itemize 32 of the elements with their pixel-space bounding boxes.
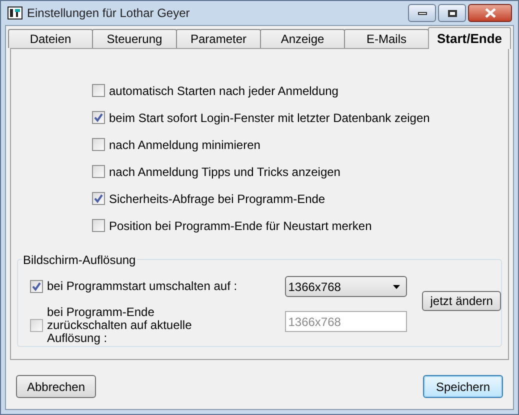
dropdown-arrow-icon [393,284,400,288]
option-label: bei Programmstart umschalten auf : [47,278,238,295]
close-button[interactable] [468,4,512,22]
option-label: beim Start sofort Login-Fenster mit letzter Datenbank zeigen [109,110,430,126]
minimize-button[interactable] [408,4,436,22]
checkbox[interactable] [92,84,105,97]
close-icon [484,8,496,18]
apply-button[interactable]: jetzt ändern [422,291,501,311]
tab[interactable]: E-Mails [344,29,429,48]
option-label: nach Anmeldung Tipps und Tricks anzeigen [109,164,340,180]
tab[interactable]: Dateien [8,29,93,48]
resolution-dropdown[interactable]: 1366x768 [285,276,408,297]
option-label: nach Anmeldung minimieren [109,136,260,154]
window-title: Einstellungen für Lothar Geyer [27,5,190,22]
dialog-button[interactable]: Speichern [423,375,503,398]
dialog-button[interactable]: Abbrechen [16,375,96,398]
option-label: Position bei Programm-Ende für Neustart merken [109,218,372,234]
checkbox[interactable] [92,111,105,124]
checkbox[interactable] [30,280,43,292]
app-icon [7,5,23,21]
option-label: Sicherheits-Abfrage bei Programm-Ende [109,190,326,208]
option-label: automatisch Starten nach jeder Anmeldung [109,82,338,100]
option-label: bei Programm-Ende zurückschalten auf aktuelle Auflösung : [47,306,193,345]
tab[interactable]: Start/Ende [428,27,511,49]
checkbox[interactable] [92,165,105,178]
tab[interactable]: Anzeige [260,29,345,48]
checkbox[interactable] [92,192,105,205]
tab[interactable]: Steuerung [92,29,177,48]
checkbox[interactable] [92,219,105,232]
checkbox[interactable] [92,138,105,151]
tab[interactable]: Parameter [176,29,261,48]
maximize-button[interactable] [438,4,466,22]
